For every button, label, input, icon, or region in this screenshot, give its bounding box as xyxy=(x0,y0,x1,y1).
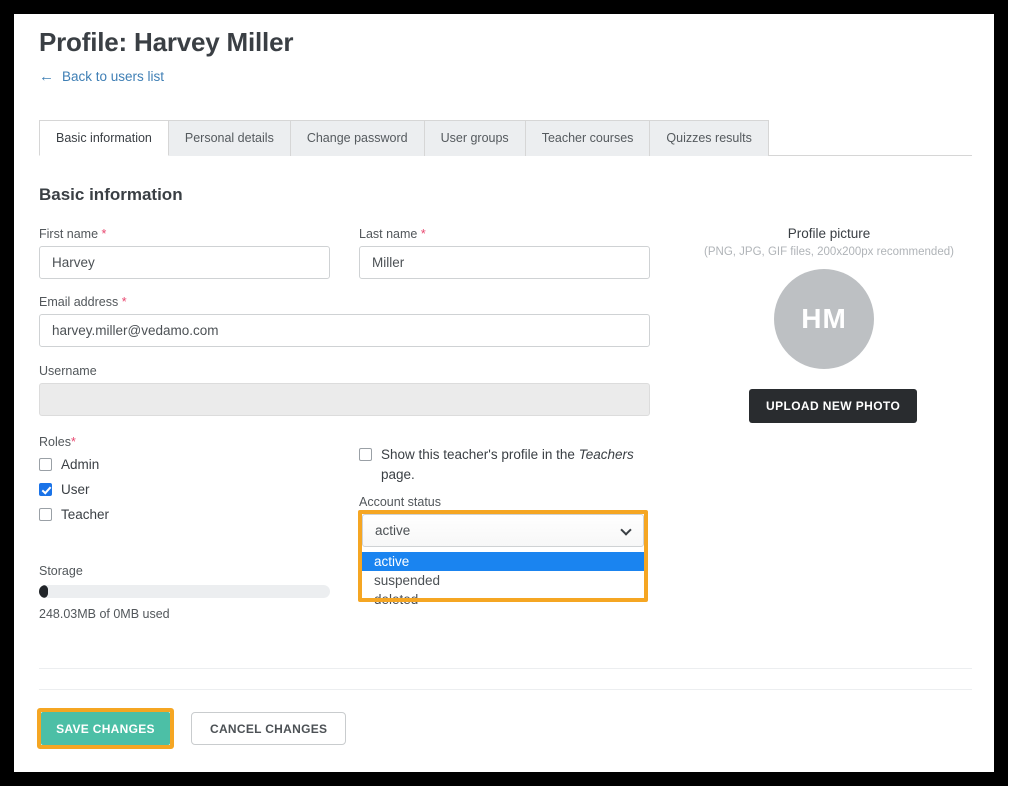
role-label-user: User xyxy=(61,482,90,497)
divider xyxy=(39,668,972,669)
section-title: Basic information xyxy=(39,185,183,204)
last-name-required-mark: * xyxy=(420,227,426,241)
first-name-required-mark: * xyxy=(101,227,107,241)
tab-user-groups[interactable]: User groups xyxy=(423,120,526,156)
cancel-changes-button[interactable]: CANCEL CHANGES xyxy=(191,712,347,745)
back-link-label: Back to users list xyxy=(62,69,165,84)
roles-label-text: Roles xyxy=(39,435,71,449)
account-status-options-list: active suspended deleted xyxy=(362,551,644,610)
avatar: HM xyxy=(774,269,874,369)
storage-progress-bar xyxy=(39,585,330,598)
tab-teacher-courses[interactable]: Teacher courses xyxy=(524,120,651,156)
roles-label: Roles* xyxy=(39,435,76,449)
checkbox-checked-icon xyxy=(39,483,52,496)
storage-label: Storage xyxy=(39,564,83,578)
tab-basic-information[interactable]: Basic information xyxy=(39,120,169,156)
tab-personal-details[interactable]: Personal details xyxy=(167,120,291,156)
role-checkbox-admin[interactable]: Admin xyxy=(39,457,99,472)
tab-quizzes-results[interactable]: Quizzes results xyxy=(649,120,769,156)
upload-new-photo-button[interactable]: UPLOAD NEW PHOTO xyxy=(749,389,918,423)
teacher-text-after: page. xyxy=(381,467,415,482)
last-name-label-text: Last name xyxy=(359,227,418,241)
last-name-input[interactable] xyxy=(359,246,650,279)
save-changes-button[interactable]: SAVE CHANGES xyxy=(41,712,170,745)
first-name-input[interactable] xyxy=(39,246,330,279)
checkbox-icon xyxy=(39,458,52,471)
page-title: Profile: Harvey Miller xyxy=(39,27,294,57)
show-teacher-profile-checkbox[interactable]: Show this teacher's profile in the Teach… xyxy=(359,445,649,485)
account-status-option-suspended[interactable]: suspended xyxy=(362,571,644,590)
show-teacher-profile-label: Show this teacher's profile in the Teach… xyxy=(381,445,649,485)
teacher-text-emphasis: Teachers xyxy=(578,447,634,462)
first-name-label-text: First name xyxy=(39,227,99,241)
account-status-option-active[interactable]: active xyxy=(362,552,644,571)
username-input xyxy=(39,383,650,416)
checkbox-icon xyxy=(359,448,372,461)
teacher-text-before: Show this teacher's profile in the xyxy=(381,447,579,462)
role-label-teacher: Teacher xyxy=(61,507,110,522)
tab-change-password[interactable]: Change password xyxy=(289,120,425,156)
email-required-mark: * xyxy=(121,295,127,309)
account-status-select[interactable]: active xyxy=(362,514,644,547)
role-label-admin: Admin xyxy=(61,457,100,472)
account-status-selected-value: active xyxy=(375,523,411,538)
chevron-down-icon xyxy=(621,525,633,537)
first-name-label: First name * xyxy=(39,227,106,241)
email-label: Email address * xyxy=(39,295,127,309)
last-name-label: Last name * xyxy=(359,227,426,241)
email-label-text: Email address xyxy=(39,295,119,309)
divider xyxy=(39,689,972,690)
role-checkbox-teacher[interactable]: Teacher xyxy=(39,507,109,522)
profile-page: Profile: Harvey Miller ← Back to users l… xyxy=(14,14,994,772)
tab-bar: Basic information Personal details Chang… xyxy=(39,120,972,156)
screenshot-frame: Profile: Harvey Miller ← Back to users l… xyxy=(0,0,1008,786)
profile-picture-title: Profile picture xyxy=(787,226,871,241)
role-checkbox-user[interactable]: User xyxy=(39,482,90,497)
email-input[interactable] xyxy=(39,314,650,347)
storage-usage-text: 248.03MB of 0MB used xyxy=(39,607,170,621)
username-label: Username xyxy=(39,364,97,378)
arrow-left-icon: ← xyxy=(39,68,54,85)
roles-required-mark: * xyxy=(70,435,76,449)
account-status-label: Account status xyxy=(359,495,441,509)
checkbox-icon xyxy=(39,508,52,521)
back-to-users-list-link[interactable]: ← Back to users list xyxy=(39,69,164,84)
profile-picture-hint: (PNG, JPG, GIF files, 200x200px recommen… xyxy=(704,246,954,258)
account-status-option-deleted[interactable]: deleted xyxy=(362,590,644,609)
storage-progress-fill xyxy=(39,585,48,598)
